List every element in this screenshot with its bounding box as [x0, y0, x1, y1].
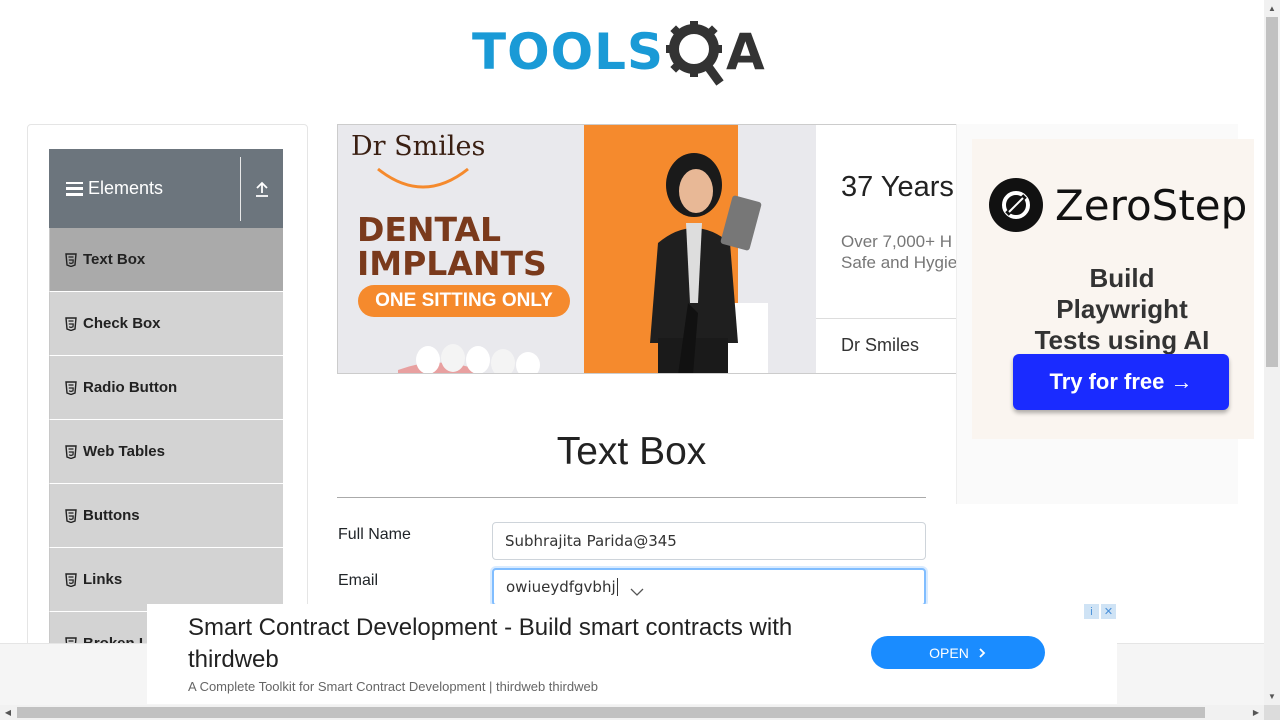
- vertical-scroll-thumb[interactable]: [1266, 17, 1278, 367]
- ad-controls: i ✕: [1084, 604, 1116, 620]
- group-title-label: Elements: [88, 178, 164, 198]
- zerostep-tagline: Build Playwright Tests using AI: [1034, 263, 1210, 355]
- html5-icon: [65, 508, 77, 523]
- menu-item-check-box[interactable]: Check Box: [49, 292, 283, 356]
- horizontal-scroll-thumb[interactable]: [17, 707, 1205, 718]
- ad-info-icon[interactable]: i: [1084, 604, 1099, 619]
- menu-item-buttons[interactable]: Buttons: [49, 484, 283, 548]
- ad-description-line: Safe and Hygie: [841, 253, 957, 272]
- menu-item-label: Radio Button: [83, 379, 178, 396]
- html5-icon: [65, 572, 77, 587]
- teeth-icon: [398, 344, 540, 373]
- smile-icon: [377, 167, 469, 189]
- menu-item-label: Text Box: [83, 251, 146, 268]
- try-for-free-button[interactable]: Try for free →: [1013, 354, 1229, 410]
- scroll-down-icon[interactable]: ▼: [1264, 688, 1280, 704]
- title-divider: [337, 497, 926, 498]
- ad-bottom-title: Smart Contract Development - Build smart…: [188, 614, 793, 673]
- logo-gear-icon: [666, 17, 726, 87]
- open-button[interactable]: OPEN: [871, 636, 1045, 669]
- html5-icon: [65, 444, 77, 459]
- menu-item-label: Web Tables: [83, 443, 165, 460]
- horizontal-scrollbar[interactable]: ◀ ▶: [0, 705, 1264, 720]
- toolsqa-logo[interactable]: TOOLS A: [472, 14, 765, 90]
- email-value: owiueydfgvbhj: [506, 578, 616, 596]
- menu-item-radio-button[interactable]: Radio Button: [49, 356, 283, 420]
- group-title: Elements: [66, 178, 240, 199]
- woman-with-tablet-illustration: [650, 153, 768, 373]
- dental-ad-banner[interactable]: Dr Smiles DENTAL IMPLANTS ONE SITTING ON…: [337, 124, 957, 374]
- ad-bottom-subtitle: A Complete Toolkit for Smart Contract De…: [188, 679, 598, 694]
- one-sitting-pill: ONE SITTING ONLY: [358, 285, 570, 317]
- elements-group-header[interactable]: Elements: [49, 149, 283, 228]
- ad-close-icon[interactable]: ✕: [1101, 604, 1116, 619]
- ad-brand: Dr Smiles: [841, 335, 920, 355]
- chevron-down-icon: [630, 588, 644, 596]
- full-name-label: Full Name: [338, 526, 411, 543]
- full-name-value: Subhrajita Parida@345: [505, 532, 677, 550]
- logo-text: TOOLS: [472, 23, 664, 81]
- vertical-scrollbar[interactable]: ▲ ▼: [1264, 0, 1280, 705]
- menu-item-text-box[interactable]: Text Box: [49, 228, 283, 292]
- zerostep-brand: ZeroStep: [1055, 180, 1248, 230]
- ad-title: 37 Years: [841, 171, 954, 203]
- zerostep-ad[interactable]: ZeroStep Build Playwright Tests using AI…: [956, 124, 1254, 504]
- html5-icon: [65, 380, 77, 395]
- upload-arrow-icon: [256, 181, 268, 197]
- page-title: Text Box: [556, 430, 707, 473]
- dr-smiles-logo: Dr Smiles: [351, 131, 486, 162]
- ad-separator: [816, 318, 956, 319]
- menu-item-label: Buttons: [83, 507, 140, 524]
- zerostep-logo: ZeroStep: [989, 178, 1247, 232]
- dental-headline: DENTAL IMPLANTS: [357, 210, 547, 283]
- full-name-input[interactable]: Subhrajita Parida@345: [492, 522, 926, 560]
- menu-item-label: Check Box: [83, 315, 161, 332]
- menu-item-links[interactable]: Links: [49, 548, 283, 612]
- menu-item-web-tables[interactable]: Web Tables: [49, 420, 283, 484]
- collapse-button[interactable]: [241, 181, 283, 197]
- chevron-right-icon: [979, 647, 986, 658]
- ad-description-line: Over 7,000+ H: [841, 232, 953, 251]
- zerostep-ad-card: ZeroStep Build Playwright Tests using AI…: [972, 139, 1254, 439]
- text-cursor: [616, 578, 618, 596]
- scroll-left-icon[interactable]: ◀: [0, 705, 16, 720]
- open-button-label: OPEN: [929, 644, 969, 661]
- page: TOOLS A Elements Text Box Check Box Radi…: [0, 0, 1280, 720]
- scroll-up-icon[interactable]: ▲: [1264, 0, 1280, 16]
- scrollbar-corner: [1264, 705, 1280, 720]
- email-label: Email: [338, 572, 379, 589]
- scroll-right-icon[interactable]: ▶: [1248, 705, 1264, 720]
- email-input[interactable]: owiueydfgvbhj: [492, 568, 926, 606]
- logo-letter-a: A: [726, 23, 765, 81]
- ad-description: Over 7,000+ H Safe and Hygie: [841, 231, 957, 273]
- menu-item-label: Links: [83, 571, 123, 588]
- html5-icon: [65, 252, 77, 267]
- dental-ad-image: Dr Smiles DENTAL IMPLANTS ONE SITTING ON…: [338, 125, 816, 373]
- zerostep-logo-icon: [989, 178, 1043, 232]
- html5-icon: [65, 316, 77, 331]
- hamburger-icon: [66, 181, 83, 196]
- thirdweb-ad[interactable]: Smart Contract Development - Build smart…: [147, 604, 1117, 704]
